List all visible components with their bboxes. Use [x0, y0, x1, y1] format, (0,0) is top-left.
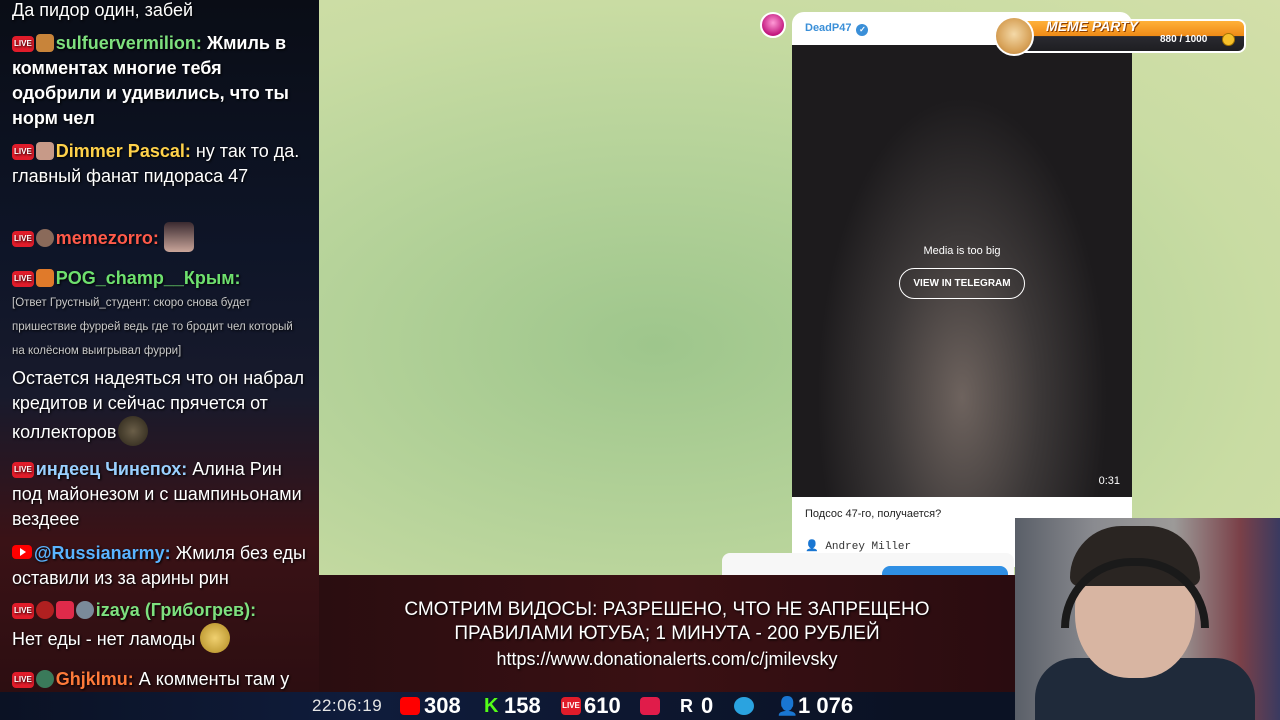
chat-message: LIVE POG_champ__Крым: [Ответ Грустный_сту… [12, 266, 308, 446]
user-badge-icon [35, 34, 54, 52]
chat-message: LIVE индеец Чинепох: Алина Рин под майоне… [12, 457, 308, 532]
kick-viewers: 158 [504, 693, 541, 718]
youtube-viewers: 308 [424, 693, 461, 718]
chat-message-text: Остается надеяться что он набрал кредито… [12, 366, 308, 446]
banner-line: СМОТРИМ ВИДОСЫ: РАЗРЕШЕНО, ЧТО НЕ ЗАПРЕЩ… [404, 599, 930, 620]
meme-party-title: MEME PARTY [1046, 18, 1139, 34]
rutube-viewers: 0 [701, 693, 714, 718]
chat-message: LIVE memezorro: [12, 222, 308, 252]
chat-panel: Да пидор один, забей LIVE sulfuervermilio… [0, 0, 319, 720]
chat-message: Да пидор один, забей [12, 0, 308, 23]
chat-nick: Dimmer Pascal: [55, 141, 191, 161]
live-badge-icon: LIVE [12, 36, 34, 52]
donation-link[interactable]: https://www.donationalerts.com/c/jmilevs… [319, 647, 1015, 671]
user-badge-icon [35, 142, 54, 160]
live-badge-icon: LIVE [12, 271, 34, 287]
chat-message-text: Нет еды - нет ламоды [12, 623, 308, 653]
emote-icon [163, 222, 194, 252]
next-post-button-edge[interactable] [882, 566, 1008, 575]
user-badge-icon [35, 269, 54, 287]
user-badge-icon [35, 229, 54, 247]
emote-icon [200, 623, 231, 653]
telegram-icon [734, 697, 754, 715]
chat-message: LIVE sulfuervermilion: Жмиль в комментах … [12, 31, 308, 131]
meme-party-widget: MEME PARTY 880 / 1000 [994, 16, 1246, 56]
stats-bar: 22:06:19 308 K 158 LIVE 610 R 0 👤 1 076 [0, 692, 1015, 720]
chat-nick: индеец Чинепох: [35, 459, 188, 479]
media-preview[interactable]: Media is too big VIEW IN TELEGRAM 0:31 [792, 45, 1132, 497]
chat-message: @Russianarmy: Жмиля без еды оставили из … [12, 541, 308, 591]
webcam-feed [1015, 518, 1280, 720]
live-badge-icon: LIVE [12, 144, 34, 160]
youtube-icon [12, 545, 32, 559]
telegram-post: DeadP47 ✓ Media is too big VIEW IN TELEGR… [792, 12, 1132, 567]
chat-nick: Ghjklmu: [55, 669, 134, 689]
live-badge-icon: LIVE [12, 231, 34, 247]
media-note: Media is too big [923, 245, 1001, 257]
clock: 22:06:19 [312, 696, 383, 715]
chat-nick: sulfuervermilion: [55, 33, 202, 53]
live-icon: LIVE [561, 697, 581, 715]
emote-icon [118, 416, 149, 446]
post-author: 👤 Andrey Miller [805, 541, 912, 553]
user-badge-icon [55, 601, 74, 619]
youtube-icon [400, 697, 420, 715]
channel-name[interactable]: DeadP47 [805, 22, 851, 34]
verified-icon: ✓ [856, 24, 869, 36]
user-badge-icon [75, 601, 94, 619]
video-duration: 0:31 [1098, 475, 1120, 487]
live-badge-icon: LIVE [12, 672, 34, 688]
view-in-telegram-button[interactable]: VIEW IN TELEGRAM [899, 268, 1025, 299]
chat-nick: memezorro: [55, 228, 159, 248]
channel-avatar[interactable] [760, 12, 786, 38]
user-badge-icon [35, 601, 54, 619]
user-badge-icon [35, 670, 54, 688]
kick-icon: K [484, 695, 499, 717]
total-viewers: 1 076 [798, 693, 854, 718]
user-icon: 👤 [805, 541, 819, 553]
donation-banner: СМОТРИМ ВИДОСЫ: РАЗРЕШЕНО, ЧТО НЕ ЗАПРЕЩ… [319, 575, 1015, 692]
chat-nick: @Russianarmy: [34, 543, 171, 563]
rutube-icon: R [680, 696, 693, 716]
chat-nick: POG_champ__Крым: [55, 268, 241, 288]
meme-party-count: 880 / 1000 [1160, 34, 1208, 45]
chat-message-text: Да пидор один, забей [12, 0, 194, 20]
viewers-icon: 👤 [776, 696, 799, 716]
live-badge-icon: LIVE [12, 603, 34, 619]
live-badge-icon: LIVE [12, 462, 34, 478]
live-viewers: 610 [584, 693, 621, 718]
post-caption: Подсос 47-го, получается? [805, 508, 942, 520]
chat-nick: izaya (Грибогрев): [95, 600, 257, 620]
play-icon [640, 697, 660, 715]
chat-message: LIVE Dimmer Pascal: ну так то да. главный… [12, 139, 308, 189]
banner-line: ПРАВИЛАМИ ЮТУБА; 1 МИНУТА - 200 РУБЛЕЙ [454, 623, 880, 644]
doge-icon [994, 16, 1034, 56]
chat-message: LIVE izaya (Грибогрев): Нет еды - нет лам… [12, 598, 308, 653]
reply-quote: [Ответ Грустный_студент: скоро снова буд… [12, 297, 293, 357]
coin-icon [1222, 33, 1235, 46]
